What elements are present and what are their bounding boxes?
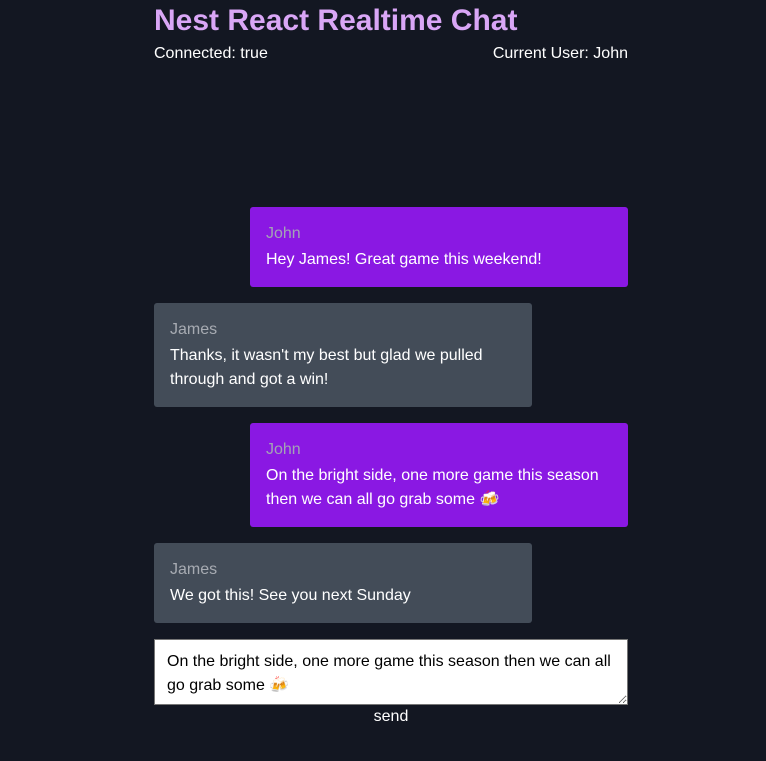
message-text: Thanks, it wasn't my best but glad we pu… [170, 347, 483, 388]
message-author: James [170, 561, 218, 578]
send-button[interactable]: send [361, 706, 421, 728]
message-bubble: John On the bright side, one more game t… [250, 423, 628, 527]
message-bubble: John Hey James! Great game this weekend! [250, 207, 628, 287]
message-text: We got this! See you next Sunday [170, 587, 411, 604]
message-author: James [170, 321, 218, 338]
message-text: Hey James! Great game this weekend! [266, 251, 542, 268]
message-author: John [266, 225, 301, 242]
message-text: On the bright side, one more game this s… [266, 467, 599, 508]
chat-page: Nest React Realtime Chat Connected: true… [0, 0, 766, 761]
message-input[interactable]: On the bright side, one more game this s… [154, 639, 628, 705]
current-user: Current User: John [492, 45, 628, 62]
message-bubble: James We got this! See you next Sunday [154, 543, 532, 623]
page-title: Nest React Realtime Chat [154, 4, 518, 37]
connection-status: Connected: true [154, 45, 268, 62]
status-bar: Connected: true Current User: John [154, 45, 628, 63]
message-bubble: James Thanks, it wasn't my best but glad… [154, 303, 532, 407]
message-author: John [266, 441, 301, 458]
